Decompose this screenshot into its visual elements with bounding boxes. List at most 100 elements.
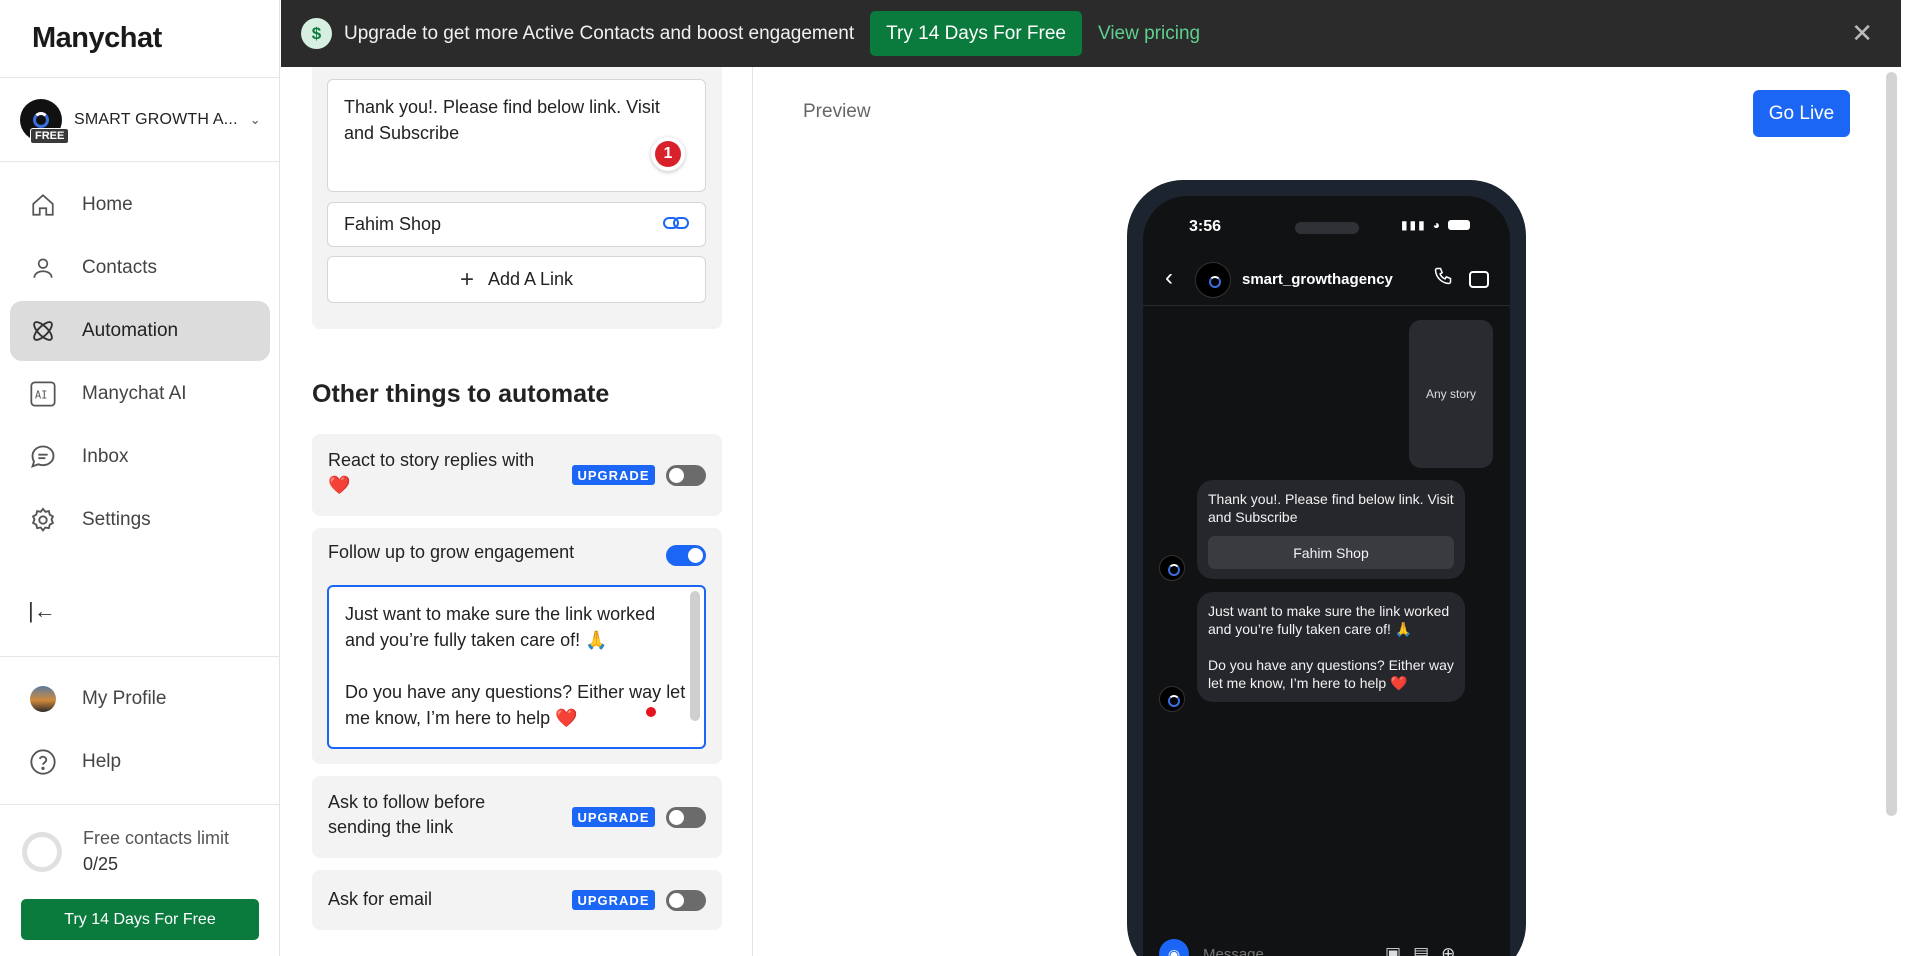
nav-item-my-profile[interactable]: My Profile [10,669,270,729]
nav-item-automation[interactable]: Automation [10,301,270,361]
nav-item-settings[interactable]: Settings [10,490,270,550]
nav-label: Settings [82,509,151,530]
chat-bubble-icon [28,442,58,472]
nav-label: Home [82,194,133,215]
preview-link-button[interactable]: Fahim Shop [1208,536,1454,569]
nav-item-help[interactable]: Help [10,732,270,792]
collapse-sidebar-icon[interactable]: |← [28,598,56,624]
go-live-button[interactable]: Go Live [1753,90,1850,137]
try-free-banner-button[interactable]: Try 14 Days For Free [870,11,1082,56]
user-icon [28,253,58,283]
chat-avatar [1195,262,1231,298]
sticker-icon[interactable]: ▤ [1413,944,1429,956]
phone-screen: 3:56 ▮▮▮ ◕ ‹ smart_growthagency Any stor… [1143,196,1510,956]
chat-username: smart_growthagency [1242,271,1393,288]
close-icon[interactable]: ✕ [1851,18,1873,48]
story-reply: Any story [1409,320,1493,468]
follow-up-line-1: Just want to make sure the link worked a… [345,604,656,650]
nav-label: My Profile [82,688,167,709]
nav-label: Help [82,751,122,772]
nav-label: Manychat AI [82,383,187,404]
ai-icon: AI [28,379,58,409]
bot-avatar [1159,555,1185,581]
help-icon [28,747,58,777]
section-title: Other things to automate [312,380,610,408]
preview-follow-up-line-2: Do you have any questions? Either way le… [1208,657,1454,691]
nav-item-home[interactable]: Home [10,175,270,235]
comment-count: 1 [655,141,681,167]
textarea-scrollbar[interactable] [690,591,700,721]
option-ask-follow: Ask to follow before sending the link UP… [312,776,722,858]
preview-label: Preview [803,101,871,122]
nav-label: Automation [82,320,179,341]
phone-notch [1295,222,1359,234]
video-call-icon[interactable] [1469,271,1489,288]
account-avatar: FREE [20,99,70,144]
nav-label: Inbox [82,446,129,467]
status-icons: ▮▮▮ ◕ [1401,218,1470,232]
option-follow-up: Follow up to grow engagement Just want t… [312,528,722,764]
wifi-icon: ◕ [1432,218,1442,232]
add-link-button[interactable]: + Add A Link [327,256,706,303]
divider [0,804,280,805]
phone-call-icon[interactable] [1433,266,1453,292]
manychat-logo[interactable]: Manychat [32,22,162,55]
upgrade-badge[interactable]: UPGRADE [572,890,655,910]
banner-text: Upgrade to get more Active Contacts and … [344,22,855,44]
account-name: SMART GROWTH A... [74,111,238,128]
upgrade-badge[interactable]: UPGRADE [572,465,655,485]
notification-dot [646,707,656,717]
chat-header: ‹ smart_growthagency [1143,254,1510,306]
divider [0,161,280,162]
link-button-field[interactable]: Fahim Shop [327,202,706,247]
image-icon[interactable]: ▣ [1385,944,1401,956]
home-icon [28,190,58,220]
status-time: 3:56 [1189,218,1222,235]
dollar-icon: $ [301,18,332,49]
try-free-sidebar-button[interactable]: Try 14 Days For Free [21,899,259,940]
bot-avatar [1159,686,1185,712]
divider [0,77,280,78]
camera-icon[interactable]: ◉ [1159,939,1189,956]
nav-item-manychat-ai[interactable]: AI Manychat AI [10,364,270,424]
divider [0,656,280,657]
contacts-limit-value: 0/25 [83,854,119,874]
nav-label: Contacts [82,257,157,278]
option-ask-email: Ask for email UPGRADE [312,870,722,930]
chevron-down-icon: ⌄ [249,112,261,127]
option-react-story: React to story replies with ❤️ UPGRADE [312,434,722,516]
view-pricing-link[interactable]: View pricing [1098,23,1200,45]
follow-up-line-2: Do you have any questions? Either way le… [345,682,686,728]
contacts-limit-ring [22,832,62,872]
follow-up-message-field[interactable]: Just want to make sure the link worked a… [327,585,706,749]
follow-up-bubble: Just want to make sure the link worked a… [1197,592,1465,702]
atom-icon [28,316,58,346]
profile-avatar [28,684,58,714]
react-story-toggle[interactable] [666,465,706,486]
message-input[interactable] [1203,945,1373,956]
nav-item-contacts[interactable]: Contacts [10,238,270,298]
option-label: Ask for email [328,889,433,909]
option-label: React to story replies with ❤️ [328,450,535,495]
svg-text:AI: AI [35,390,48,402]
back-arrow-icon[interactable]: ‹ [1165,264,1173,292]
comment-count-badge[interactable]: 1 [651,137,685,171]
plus-icon: + [459,265,474,293]
account-switcher[interactable]: FREE SMART GROWTH A... ⌄ [20,98,265,144]
message-text-field[interactable]: Thank you!. Please find below link. Visi… [327,79,706,192]
follow-up-toggle[interactable] [666,545,706,566]
page-scrollbar[interactable] [1886,72,1897,816]
plus-circle-icon[interactable]: ⊕ [1441,944,1455,956]
option-label: Ask to follow before sending the link [328,792,486,837]
upgrade-banner: $ Upgrade to get more Active Contacts an… [281,0,1901,67]
bot-message-bubble: Thank you!. Please find below link. Visi… [1197,480,1465,579]
link-icon[interactable] [663,214,689,235]
bot-message-text: Thank you!. Please find below link. Visi… [1208,491,1454,525]
ask-email-toggle[interactable] [666,890,706,911]
upgrade-badge[interactable]: UPGRADE [572,807,655,827]
editor-panel: Thank you!. Please find below link. Visi… [281,67,753,956]
signal-icon: ▮▮▮ [1400,218,1427,232]
nav-item-inbox[interactable]: Inbox [10,427,270,487]
message-composer: ◉ ▣ ▤ ⊕ [1159,934,1499,956]
ask-follow-toggle[interactable] [666,807,706,828]
